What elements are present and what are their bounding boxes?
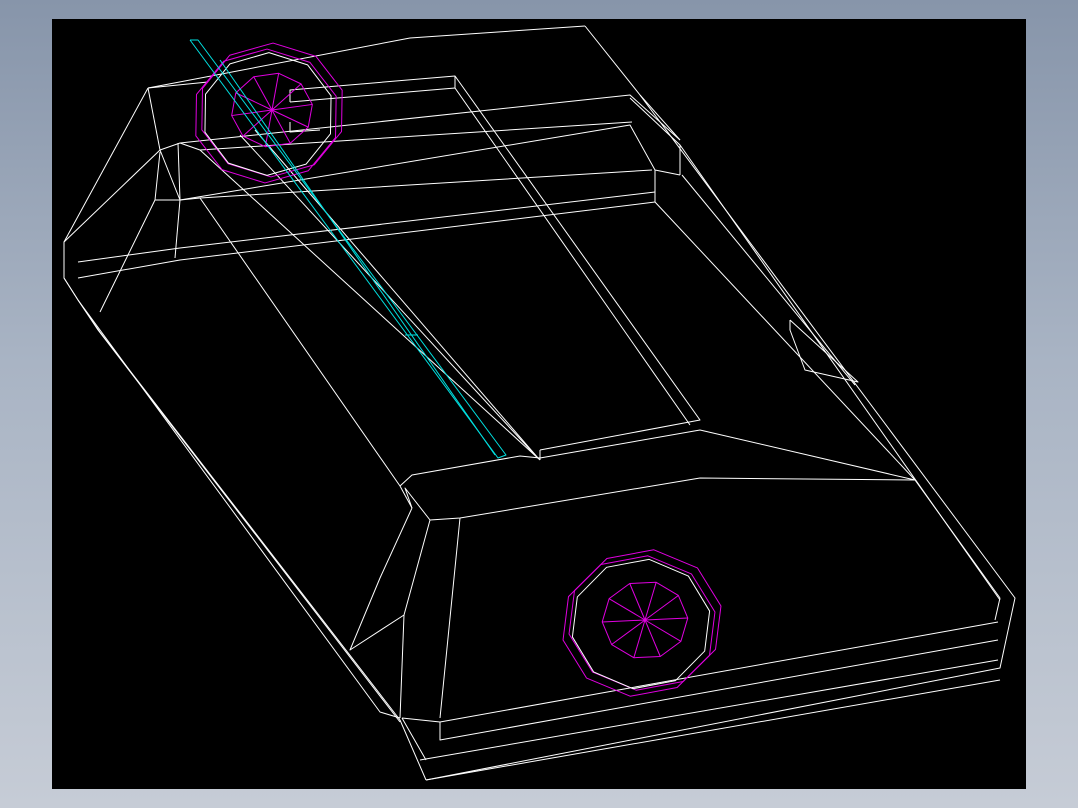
- body-edge: [199, 149, 541, 461]
- body-edge: [439, 517, 461, 719]
- bottom-hole: [562, 549, 722, 697]
- body-edge: [63, 277, 401, 719]
- body-edge: [789, 319, 859, 383]
- hole-spoke: [644, 582, 657, 621]
- body-edge: [349, 507, 413, 651]
- body-edge: [401, 717, 427, 761]
- hole-spoke: [644, 619, 682, 642]
- hole-back-ring: [562, 555, 716, 697]
- hole-spoke: [644, 619, 661, 657]
- body-edge: [439, 639, 999, 741]
- body-edge: [654, 170, 916, 481]
- body-edge: [639, 94, 681, 141]
- body-edge: [159, 124, 681, 201]
- body-edge: [425, 25, 1016, 781]
- body-edges: [63, 25, 1016, 781]
- body-edge: [179, 169, 653, 201]
- body-edge: [994, 597, 1001, 621]
- body-edge: [399, 429, 916, 487]
- hole-spoke: [271, 103, 313, 111]
- body-edge: [63, 87, 427, 781]
- cad-window-frame: [0, 0, 1078, 808]
- body-edge: [147, 81, 209, 89]
- hole-chamfer-ring: [571, 558, 711, 690]
- body-edge: [177, 142, 181, 201]
- hole-spoke: [644, 617, 688, 621]
- body-edge: [174, 199, 181, 259]
- body-edge: [401, 621, 999, 723]
- body-edge: [629, 97, 1001, 601]
- hole-spoke: [633, 619, 646, 658]
- hole-spoke: [629, 583, 646, 621]
- hole-spoke: [602, 619, 646, 623]
- hole-spoke: [253, 76, 273, 111]
- body-edge: [425, 679, 1001, 781]
- body-edge: [147, 87, 161, 151]
- hole-spoke: [611, 619, 646, 645]
- wireframe-model: [63, 25, 1016, 781]
- hole-spoke: [608, 598, 646, 621]
- mounting-holes: [195, 42, 722, 697]
- slot-line: [189, 39, 507, 459]
- body-edge: [399, 477, 1001, 719]
- slot-outline: [189, 39, 507, 459]
- hole-spoke: [235, 92, 273, 111]
- body-edge: [99, 151, 161, 313]
- body-edge: [289, 75, 701, 451]
- slot-inner-edge: [219, 59, 496, 456]
- body-edge: [147, 25, 586, 89]
- body-edge: [681, 174, 856, 386]
- hole-spoke: [644, 595, 679, 621]
- cad-viewport[interactable]: [52, 19, 1026, 789]
- top-left-hole: [195, 42, 343, 184]
